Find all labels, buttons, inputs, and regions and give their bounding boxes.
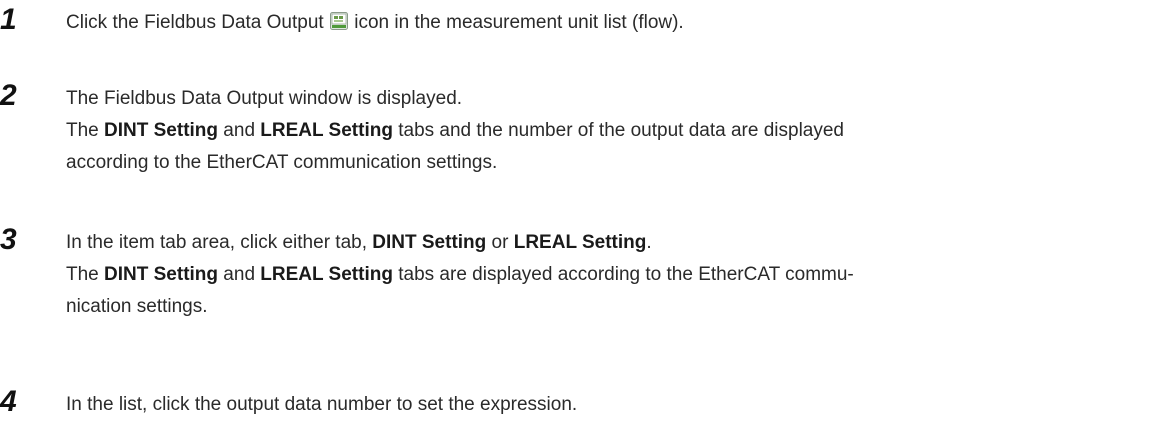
dint-setting-term: DINT Setting [372, 232, 487, 253]
step-4: 4 In the list, click the output data num… [0, 386, 1176, 426]
step-number: 2 [0, 79, 17, 112]
lreal-setting-term: LREAL Setting [260, 264, 393, 285]
step-2: 2 The Fieldbus Data Output window is dis… [0, 80, 1176, 190]
step-1: 1 Click the Fieldbus Data Output icon in… [0, 4, 1176, 44]
step-text: Click the Fieldbus Data Output icon in t… [66, 7, 1166, 39]
step-number: 1 [0, 3, 17, 36]
step-number: 4 [0, 385, 17, 418]
step-text: The Fieldbus Data Output window is displ… [66, 83, 1166, 179]
dint-setting-term: DINT Setting [104, 120, 219, 141]
dint-setting-term: DINT Setting [104, 264, 219, 285]
step-line: Click the Fieldbus Data Output icon in t… [66, 7, 1166, 39]
step-line: nication settings. [66, 296, 208, 317]
fieldbus-data-output-icon [329, 9, 348, 30]
lreal-setting-term: LREAL Setting [513, 232, 647, 253]
step-3: 3 In the item tab area, click either tab… [0, 224, 1176, 334]
step-line: In the list, click the output data numbe… [66, 394, 578, 415]
step-line: according to the EtherCAT communication … [66, 152, 498, 173]
step-number: 3 [0, 223, 17, 256]
step-line: The DINT Setting and LREAL Setting tabs … [66, 120, 844, 141]
step-text: In the item tab area, click either tab, … [66, 227, 1166, 323]
step-line: In the item tab area, click either tab, … [66, 232, 652, 253]
step-line: The Fieldbus Data Output window is displ… [66, 88, 463, 109]
step-text: In the list, click the output data numbe… [66, 389, 1166, 421]
lreal-setting-term: LREAL Setting [260, 120, 393, 141]
step-line: The DINT Setting and LREAL Setting tabs … [66, 264, 854, 285]
